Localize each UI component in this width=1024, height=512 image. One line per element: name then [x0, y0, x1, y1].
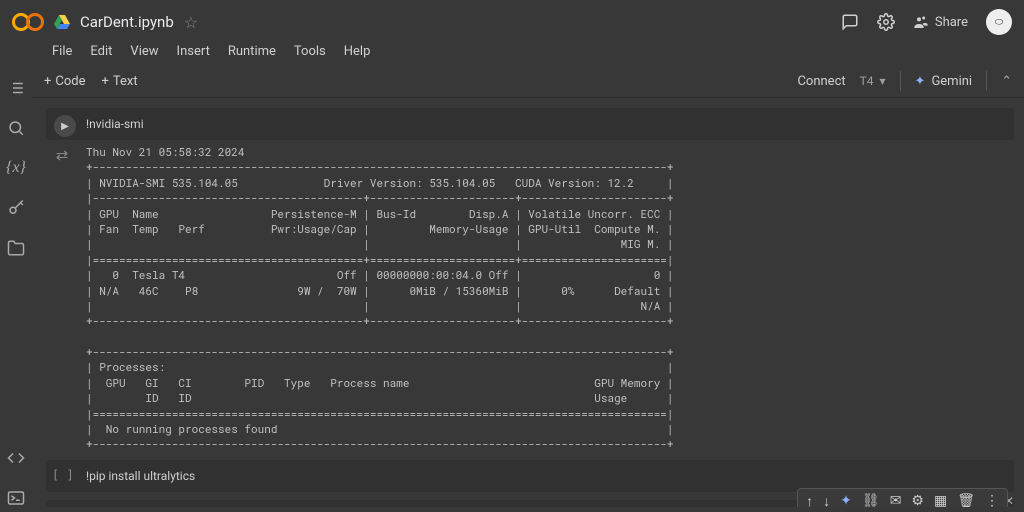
- folder-icon[interactable]: [7, 239, 25, 257]
- cell-toolbar: ↑ ↓ ✦ ⛓ ✉ ⚙ ▦ 🗑 ⋮: [797, 488, 1008, 507]
- code-snippets-icon[interactable]: [7, 449, 25, 467]
- drive-icon: [54, 15, 70, 29]
- header-bar: CarDent.ipynb ☆ Share ⬭: [0, 0, 1024, 44]
- user-avatar[interactable]: ⬭: [986, 9, 1012, 35]
- variables-icon[interactable]: {x}: [6, 159, 26, 177]
- menu-runtime[interactable]: Runtime: [228, 44, 276, 59]
- secrets-icon[interactable]: [7, 199, 25, 217]
- menu-help[interactable]: Help: [344, 44, 371, 59]
- notebook-toolbar: + Code + Text Connect T4 ▾ ✦Gemini ⌃: [32, 65, 1024, 98]
- collapse-icon[interactable]: ⌃: [1001, 74, 1012, 89]
- delete-icon[interactable]: 🗑: [957, 493, 975, 507]
- output-text: Thu Nov 21 05:58:32 2024 +--------------…: [86, 144, 674, 452]
- menu-edit[interactable]: Edit: [90, 44, 112, 59]
- code-cell[interactable]: ↑ ↓ ✦ ⛓ ✉ ⚙ ▦ 🗑 ⋮ [ ] from google.colab …: [46, 500, 1014, 507]
- menu-file[interactable]: File: [52, 44, 72, 59]
- toc-icon[interactable]: [7, 79, 25, 97]
- add-text-button[interactable]: + Text: [102, 74, 138, 89]
- search-icon[interactable]: [7, 119, 25, 137]
- comment-icon[interactable]: [841, 13, 859, 31]
- move-down-icon[interactable]: ↓: [823, 493, 830, 507]
- notebook-title[interactable]: CarDent.ipynb: [80, 13, 174, 31]
- notebook-content: ▶ !nvidia-smi ⇄ Thu Nov 21 05:58:32 2024…: [32, 98, 1024, 507]
- cell-code[interactable]: !pip install ultralytics: [86, 469, 195, 483]
- gemini-cell-icon[interactable]: ✦: [840, 493, 852, 507]
- menu-tools[interactable]: Tools: [294, 44, 326, 59]
- cell-code[interactable]: !nvidia-smi: [86, 117, 144, 131]
- output-toggle-icon[interactable]: ⇄: [50, 144, 74, 452]
- menu-view[interactable]: View: [130, 44, 158, 59]
- mirror-icon[interactable]: ▦: [934, 493, 947, 507]
- menu-insert[interactable]: Insert: [177, 44, 210, 59]
- settings-icon[interactable]: [877, 13, 895, 31]
- runtime-type[interactable]: T4 ▾: [860, 74, 886, 88]
- left-sidebar: {x}: [0, 65, 32, 507]
- gemini-button[interactable]: ✦Gemini: [915, 74, 973, 89]
- comment-cell-icon[interactable]: ✉: [890, 493, 902, 507]
- more-icon[interactable]: ⋮: [985, 493, 999, 507]
- cell-output: ⇄ Thu Nov 21 05:58:32 2024 +------------…: [46, 144, 1014, 452]
- terminal-icon[interactable]: [7, 489, 25, 507]
- share-button[interactable]: Share: [913, 14, 968, 30]
- code-cell[interactable]: ▶ !nvidia-smi ⇄ Thu Nov 21 05:58:32 2024…: [46, 108, 1014, 452]
- cell-settings-icon[interactable]: ⚙: [911, 493, 924, 507]
- star-icon[interactable]: ☆: [184, 13, 198, 32]
- add-code-button[interactable]: + Code: [44, 74, 86, 89]
- connect-button[interactable]: Connect: [797, 74, 845, 89]
- colab-logo[interactable]: [12, 13, 44, 31]
- run-button[interactable]: ▶: [54, 115, 76, 137]
- execution-count: [ ]: [52, 468, 74, 482]
- move-up-icon[interactable]: ↑: [806, 493, 813, 507]
- link-icon[interactable]: ⛓: [862, 493, 880, 507]
- menu-bar: File Edit View Insert Runtime Tools Help: [0, 44, 1024, 65]
